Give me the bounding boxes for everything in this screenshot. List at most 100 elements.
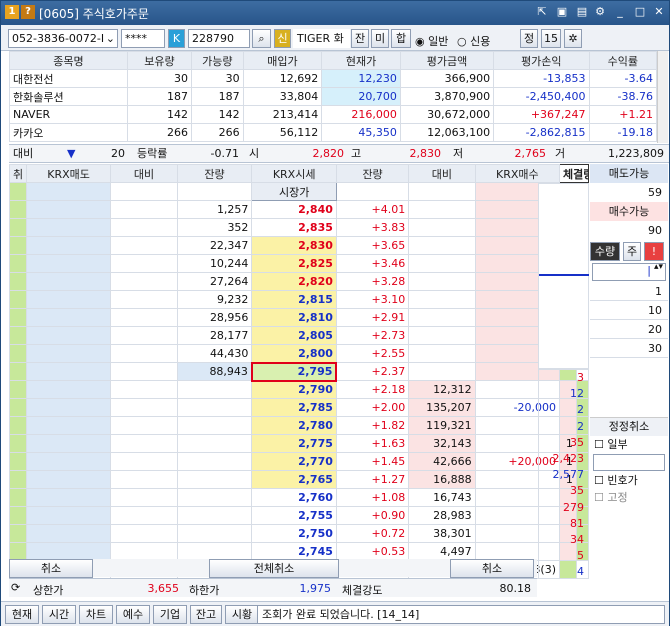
minimize-button[interactable]: _: [613, 5, 627, 19]
cancel-col[interactable]: [9, 542, 27, 561]
stock-code-input[interactable]: 228790: [188, 29, 250, 48]
jeong-button[interactable]: 정: [520, 29, 538, 48]
cancel-col[interactable]: [9, 272, 27, 291]
sell-cell[interactable]: [25, 380, 112, 399]
ask-price[interactable]: 2,815: [251, 290, 337, 309]
help-icon[interactable]: ?: [21, 5, 35, 19]
status-tab[interactable]: 차트: [79, 605, 113, 624]
cancel-col[interactable]: [9, 398, 27, 417]
sell-cell[interactable]: [25, 344, 112, 363]
bid-row[interactable]: 2,780 +1.82 119,321: [9, 416, 590, 435]
ask-row[interactable]: 88,943 2,795 +2.37: [9, 361, 589, 382]
bid-price[interactable]: 2,770: [251, 452, 337, 471]
status-tab[interactable]: 현재: [5, 605, 39, 624]
cancel-all-button[interactable]: 전체취소: [209, 559, 339, 578]
cancel-col[interactable]: [9, 506, 27, 525]
sell-cell[interactable]: [25, 542, 112, 561]
cancel-col[interactable]: [9, 290, 27, 309]
ju-button[interactable]: 주: [623, 242, 641, 261]
ask-price[interactable]: 2,805: [251, 326, 337, 345]
ask-row[interactable]: 9,232 2,815 +3.10: [9, 290, 589, 309]
ask-price[interactable]: 2,795: [250, 361, 338, 382]
cancel-col[interactable]: [9, 416, 27, 435]
refresh-icon[interactable]: ⟳: [11, 581, 20, 594]
cancel-col[interactable]: [9, 362, 27, 381]
sell-cell[interactable]: [25, 254, 112, 273]
bid-price[interactable]: 2,790: [251, 380, 337, 399]
qty-option[interactable]: 10: [590, 301, 668, 320]
bid-price[interactable]: 2,775: [251, 434, 337, 453]
holdings-scrollbar[interactable]: [657, 51, 668, 143]
table-row[interactable]: 카카오 266 266 56,112 45,350 12,063,100 -2,862,81…: [9, 123, 658, 142]
status-tab[interactable]: 잔고: [190, 605, 222, 624]
sell-cell[interactable]: [25, 290, 112, 309]
cancel-col[interactable]: [9, 488, 27, 507]
bid-row[interactable]: 2,770 +1.45 42,666 +20,000 1: [9, 452, 590, 471]
buy-cancel-button[interactable]: 취소: [450, 559, 534, 578]
sell-cell[interactable]: [25, 434, 112, 453]
cancel-col[interactable]: [9, 218, 27, 237]
qty-button[interactable]: 수량: [590, 242, 620, 261]
sell-cell[interactable]: [25, 506, 112, 525]
bid-price[interactable]: 2,755: [251, 506, 337, 525]
bid-row[interactable]: 2,760 +1.08 16,743: [9, 488, 590, 507]
cancel-col[interactable]: [9, 470, 27, 489]
bid-row[interactable]: 2,755 +0.90 28,983: [9, 506, 590, 525]
close-button[interactable]: ✕: [652, 5, 666, 19]
sell-cell[interactable]: [25, 236, 112, 255]
bid-price[interactable]: 2,760: [251, 488, 337, 507]
sell-cell[interactable]: [25, 362, 112, 381]
radio-credit[interactable]: ○ 신용: [457, 33, 490, 49]
ask-price[interactable]: 2,800: [251, 344, 337, 363]
fill-header[interactable]: 체결량: [559, 164, 589, 183]
ask-row[interactable]: 1,257 2,840 +4.01: [9, 200, 589, 219]
table-row[interactable]: 한화솔루션 187 187 33,804 20,700 3,870,900 -2,450,4…: [9, 87, 658, 106]
cancel-col[interactable]: [9, 380, 27, 399]
sell-cell[interactable]: [25, 398, 112, 417]
status-tab[interactable]: 시간: [42, 605, 76, 624]
ask-row[interactable]: 44,430 2,800 +2.55: [9, 344, 589, 363]
status-tab[interactable]: 시황: [225, 605, 259, 624]
cancel-col[interactable]: [9, 308, 27, 327]
cancel-col[interactable]: [9, 326, 27, 345]
qty-input[interactable]: | ▴▾: [592, 262, 666, 281]
table-row[interactable]: 대한전선 30 30 12,692 12,230 366,900 -13,853 -3.64: [9, 69, 658, 88]
save-icon[interactable]: ▣: [555, 5, 569, 19]
sin-button[interactable]: 신: [274, 29, 291, 48]
ask-row[interactable]: 22,347 2,830 +3.65: [9, 236, 589, 255]
hap-button[interactable]: 합: [391, 29, 411, 48]
sell-cell[interactable]: [25, 326, 112, 345]
sell-cell[interactable]: [25, 416, 112, 435]
qty-option[interactable]: 30: [590, 339, 668, 358]
ask-price[interactable]: 2,820: [251, 272, 337, 291]
cancel-col[interactable]: [9, 182, 27, 201]
mi-button[interactable]: 미: [371, 29, 389, 48]
k-icon[interactable]: K: [168, 29, 185, 48]
cancel-col[interactable]: [9, 254, 27, 273]
bid-price[interactable]: 2,745: [251, 542, 337, 561]
print-icon[interactable]: ▤: [575, 5, 589, 19]
status-tab[interactable]: 기업: [153, 605, 187, 624]
cancel-col[interactable]: [9, 200, 27, 219]
bid-row[interactable]: 2,765 +1.27 16,888 1: [9, 470, 590, 489]
ask-row[interactable]: 10,244 2,825 +3.46: [9, 254, 589, 273]
ask-price[interactable]: 2,825: [251, 254, 337, 273]
market-price-button[interactable]: 시장가: [251, 182, 337, 201]
empty-checkbox[interactable]: ☐ 빈호가: [590, 472, 668, 489]
bid-row[interactable]: 2,745 +0.53 4,497: [9, 542, 590, 561]
cancel-col[interactable]: [9, 344, 27, 363]
ask-price[interactable]: 2,835: [251, 218, 337, 237]
sell-cell[interactable]: [25, 452, 112, 471]
ask-price[interactable]: 2,840: [251, 200, 337, 219]
bang-button[interactable]: !: [644, 242, 664, 261]
sell-cell[interactable]: [25, 182, 112, 201]
sell-cell[interactable]: [25, 272, 112, 291]
bid-row[interactable]: 2,790 +2.18 12,312: [9, 380, 590, 399]
settings-icon[interactable]: ⚙: [593, 5, 607, 19]
cancel-col[interactable]: [9, 434, 27, 453]
sell-cell[interactable]: [25, 308, 112, 327]
sell-cell[interactable]: [25, 488, 112, 507]
bid-row[interactable]: 2,775 +1.63 32,143 1: [9, 434, 590, 453]
fixed-checkbox[interactable]: ☐ 고정: [590, 489, 668, 506]
sell-cell[interactable]: [25, 470, 112, 489]
